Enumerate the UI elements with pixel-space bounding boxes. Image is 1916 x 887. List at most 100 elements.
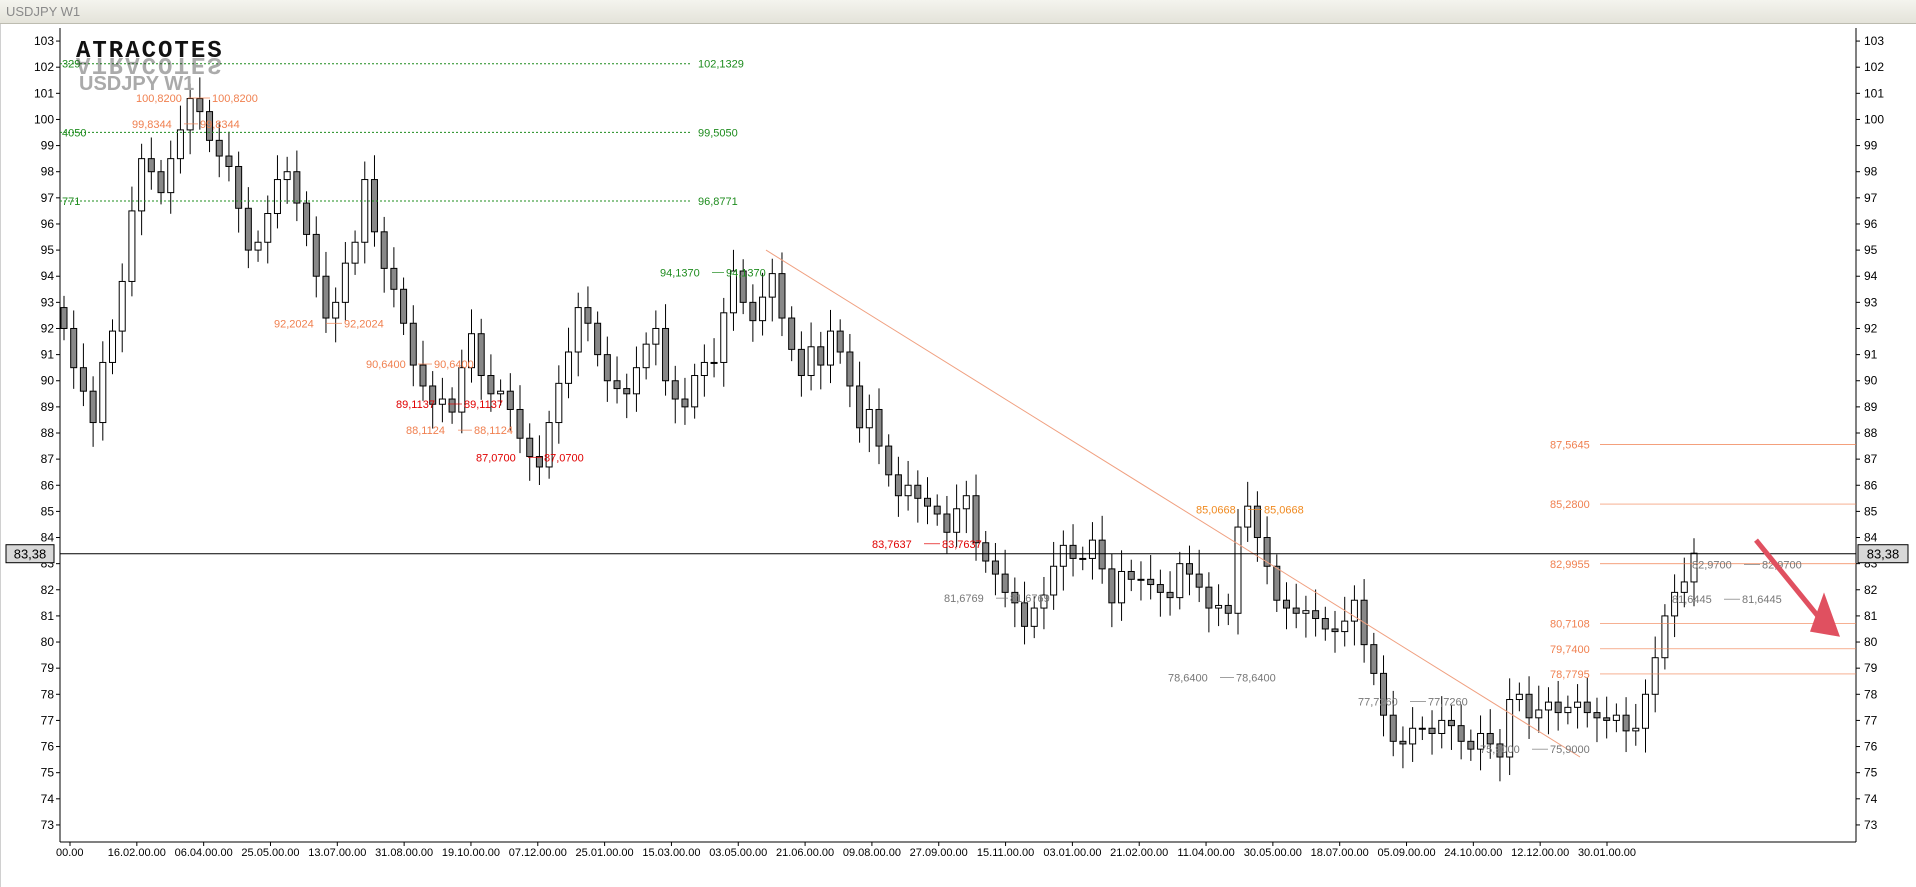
price-chart[interactable]: 73 73 74 74 75 75 76 76 77 77 78 78 79 79 80 80 81 81 82 82… [0,0,1916,887]
y-tick-label-right: 77 [1864,713,1878,727]
candle-body [506,390,514,410]
y-tick-label-right: 97 [1864,191,1878,205]
y-tick-label-right: 95 [1864,243,1878,257]
candle-body [1205,586,1213,609]
pivot-label: 89,1137 [396,399,435,411]
candle-body [109,330,117,363]
orange-level-label: 80,7108 [1550,618,1590,630]
x-tick-label: 13.07.00.00 [308,847,366,859]
candle-body [1118,570,1126,604]
y-tick-label-left: 81 [41,609,55,623]
y-tick-label-right: 103 [1864,34,1884,48]
y-tick-label-right: 76 [1864,740,1878,754]
candle-body [1001,573,1009,593]
candle-body [1574,701,1582,708]
y-tick-label-left: 100 [34,112,54,126]
candle-body [875,408,883,447]
green-level-label: 96,8771 [698,196,738,208]
x-tick-label: 21.06.00.00 [776,847,834,859]
candle-body [526,437,534,458]
forecast-arrow-shaft [1754,538,1824,623]
candle-body [1428,727,1436,734]
candle-body [186,98,194,131]
x-tick-label: 24.10.00.00 [1444,847,1502,859]
pivot-label: 81,6769 [1010,593,1050,605]
x-axis-ticks: 00.00 16.02.00.00 06.04.00.00 25.05.00.00 13… [56,842,1636,859]
y-tick-label-left: 84 [41,531,55,545]
candle-body [147,158,155,173]
candle-body [1079,557,1087,560]
y-tick-label-right: 84 [1864,531,1878,545]
candle-body [1156,584,1164,593]
y-tick-label-right: 89 [1864,400,1878,414]
candle-body [623,388,631,395]
candle-body [1331,628,1339,633]
candle-body [89,390,97,424]
candle-body [749,301,757,322]
candle-body [1215,604,1223,609]
candle-body [1147,578,1155,586]
candle-body [341,262,349,303]
pivot-label: 75,9000 [1550,744,1590,756]
candle-body [1632,727,1640,732]
pivot-label: 81,6445 [1672,594,1712,606]
candle-body [788,317,796,350]
candle-body [662,327,670,382]
pivot-label: 75,9000 [1480,744,1520,756]
y-tick-label-left: 80 [41,635,55,649]
candle-body [1282,599,1291,609]
candle-body [1593,712,1601,719]
y-tick-label-right: 102 [1864,60,1884,74]
chart-symbol-label: USDJPY W1 [79,73,195,95]
candle-body [1166,591,1174,599]
candle-body [885,445,893,476]
candle-body [1447,719,1455,727]
y-tick-label-right: 81 [1864,609,1878,623]
y-tick-label-left: 85 [41,504,55,518]
candle-body [438,398,446,405]
y-tick-label-right: 78 [1864,687,1878,701]
y-tick-label-right: 100 [1864,112,1884,126]
candle-body [312,233,320,277]
candle-body [225,155,233,167]
pivot-label: 94,1370 [726,268,766,280]
y-tick-label-left: 90 [41,374,55,388]
candle-body [1224,604,1232,614]
y-tick-label-right: 85 [1864,504,1878,518]
candle-body [826,330,834,366]
pivot-label: 85,0668 [1264,505,1304,517]
candle-body [1535,709,1543,719]
candle-body [1069,544,1077,559]
pivot-label: 77,7260 [1358,696,1398,708]
candle-body [904,484,912,497]
orange-level-label: 82,9955 [1550,559,1590,571]
pivot-label: 90,6400 [366,359,406,371]
candle-body [448,398,456,413]
x-tick-label: 15.11.00.00 [977,847,1034,859]
candle-body [1176,563,1184,599]
green-level-fragment: 4050 [62,127,86,139]
candle-body [1273,565,1281,601]
orange-level-label: 78,7795 [1550,669,1590,681]
y-tick-label-left: 95 [41,243,55,257]
candle-body [943,513,951,533]
candle-body [303,202,311,235]
candle-body [1603,717,1611,721]
candle-body [584,307,592,324]
candle-body [1050,565,1058,596]
y-tick-label-left: 82 [41,583,55,597]
pivot-label: 81,6445 [1742,594,1782,606]
candle-body [361,179,369,243]
y-tick-label-left: 97 [41,191,55,205]
y-tick-label-right: 99 [1864,139,1878,153]
candle-body [1292,607,1300,614]
pivot-label: 85,0668 [1196,505,1236,517]
x-tick-label: 16.02.00.00 [108,847,166,859]
pivot-label: 77,7260 [1428,696,1468,708]
x-tick-label: 31.08.00.00 [375,847,433,859]
candle-body [1457,725,1465,742]
candle-body [594,322,602,356]
candle-body [972,495,980,544]
candle-body [1253,505,1261,539]
pivot-label: 94,1370 [660,268,700,280]
